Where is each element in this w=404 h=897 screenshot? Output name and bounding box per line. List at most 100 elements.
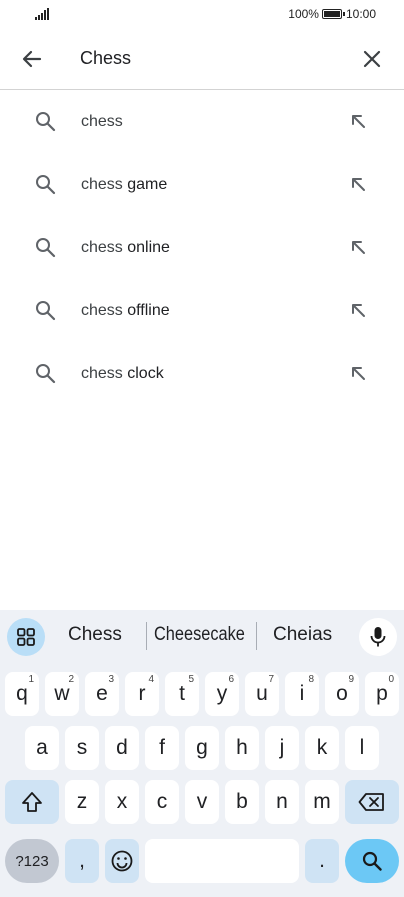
suggestion-item[interactable]: chess [0,90,404,153]
suggestion-suffix: online [122,239,170,256]
key-letter: r [138,682,146,705]
space-key[interactable] [145,839,299,883]
key-hint: 9 [348,674,354,685]
key-r[interactable]: r4 [125,672,159,716]
comma-key[interactable]: , [65,839,99,883]
key-k[interactable]: k [305,726,339,770]
shift-icon [22,792,42,812]
key-hint: 4 [148,674,154,685]
search-input[interactable]: Chess [80,48,131,69]
backspace-icon [358,793,384,811]
key-n[interactable]: n [265,780,299,824]
key-hint: 6 [228,674,234,685]
key-hint: 3 [108,674,114,685]
key-l[interactable]: l [345,726,379,770]
key-g[interactable]: g [185,726,219,770]
key-letter: p [376,682,388,705]
suggestion-item[interactable]: chess game [0,153,404,216]
key-hint: 5 [188,674,194,685]
symbols-key[interactable]: ?123 [5,839,59,883]
key-s[interactable]: s [65,726,99,770]
shift-key[interactable] [5,780,59,824]
suggestion-prefix: chess [81,176,123,193]
key-b[interactable]: b [225,780,259,824]
suggestion-divider [256,622,257,650]
fill-query-arrow-icon[interactable] [349,175,367,193]
period-key[interactable]: . [305,839,339,883]
backspace-key[interactable] [345,780,399,824]
search-icon [36,364,56,384]
key-u[interactable]: u7 [245,672,279,716]
key-t[interactable]: t5 [165,672,199,716]
microphone-icon [370,627,386,647]
search-header: Chess [0,28,404,90]
suggestion-prefix: chess [81,239,123,256]
key-w[interactable]: w2 [45,672,79,716]
key-p[interactable]: p0 [365,672,399,716]
key-d[interactable]: d [105,726,139,770]
key-hint: 2 [68,674,74,685]
suggestion-suffix: offline [122,302,170,319]
search-icon [36,112,56,132]
fill-query-arrow-icon[interactable] [349,112,367,130]
word-suggestion[interactable]: Cheias [273,624,332,646]
close-icon[interactable] [358,45,386,73]
key-letter: q [16,682,28,705]
key-letter: e [96,682,108,705]
clock: 10:00 [345,7,376,21]
key-y[interactable]: y6 [205,672,239,716]
suggestion-item[interactable]: chess online [0,216,404,279]
key-i[interactable]: i8 [285,672,319,716]
key-letter: w [54,682,70,705]
suggestion-item[interactable]: chess clock [0,342,404,405]
key-h[interactable]: h [225,726,259,770]
search-icon [362,851,382,871]
key-q[interactable]: q1 [5,672,39,716]
keyboard: Chess Cheesecake Cheias q1 w2 e3 r4 t5 y… [0,610,404,897]
battery-percent: 100% [288,7,319,21]
key-c[interactable]: c [145,780,179,824]
fill-query-arrow-icon[interactable] [349,301,367,319]
keyboard-apps-button[interactable] [7,618,45,656]
suggestion-prefix: chess [81,365,123,382]
search-icon [36,175,56,195]
keyboard-toolbar: Chess Cheesecake Cheias [0,610,404,662]
suggestion-label: chess online [81,239,170,257]
key-a[interactable]: a [25,726,59,770]
battery-icon [321,9,345,19]
key-v[interactable]: v [185,780,219,824]
fill-query-arrow-icon[interactable] [349,364,367,382]
key-m[interactable]: m [305,780,339,824]
key-hint: 0 [388,674,394,685]
suggestion-label: chess [81,113,123,131]
key-e[interactable]: e3 [85,672,119,716]
emoji-icon [111,850,133,872]
status-bar: 100% 10:00 [0,0,404,28]
key-x[interactable]: x [105,780,139,824]
key-letter: y [216,682,228,705]
fill-query-arrow-icon[interactable] [349,238,367,256]
suggestion-prefix: chess [81,113,123,130]
word-suggestion[interactable]: Cheesecake [154,624,245,646]
key-o[interactable]: o9 [325,672,359,716]
key-j[interactable]: j [265,726,299,770]
word-suggestion[interactable]: Chess [68,624,122,646]
suggestion-divider [146,622,147,650]
suggestion-suffix: clock [122,365,164,382]
key-f[interactable]: f [145,726,179,770]
suggestion-list: chess chess game chess online chess offl… [0,90,404,405]
suggestion-suffix: game [122,176,168,193]
suggestion-label: chess game [81,176,167,194]
suggestion-prefix: chess [81,302,123,319]
emoji-key[interactable] [105,839,139,883]
arrow-left-icon[interactable] [18,45,46,73]
key-letter: o [336,682,348,705]
search-icon [36,301,56,321]
suggestion-label: chess clock [81,365,164,383]
key-hint: 8 [308,674,314,685]
voice-input-button[interactable] [359,618,397,656]
grid-icon [17,628,35,646]
search-submit-key[interactable] [345,839,399,883]
key-z[interactable]: z [65,780,99,824]
suggestion-item[interactable]: chess offline [0,279,404,342]
